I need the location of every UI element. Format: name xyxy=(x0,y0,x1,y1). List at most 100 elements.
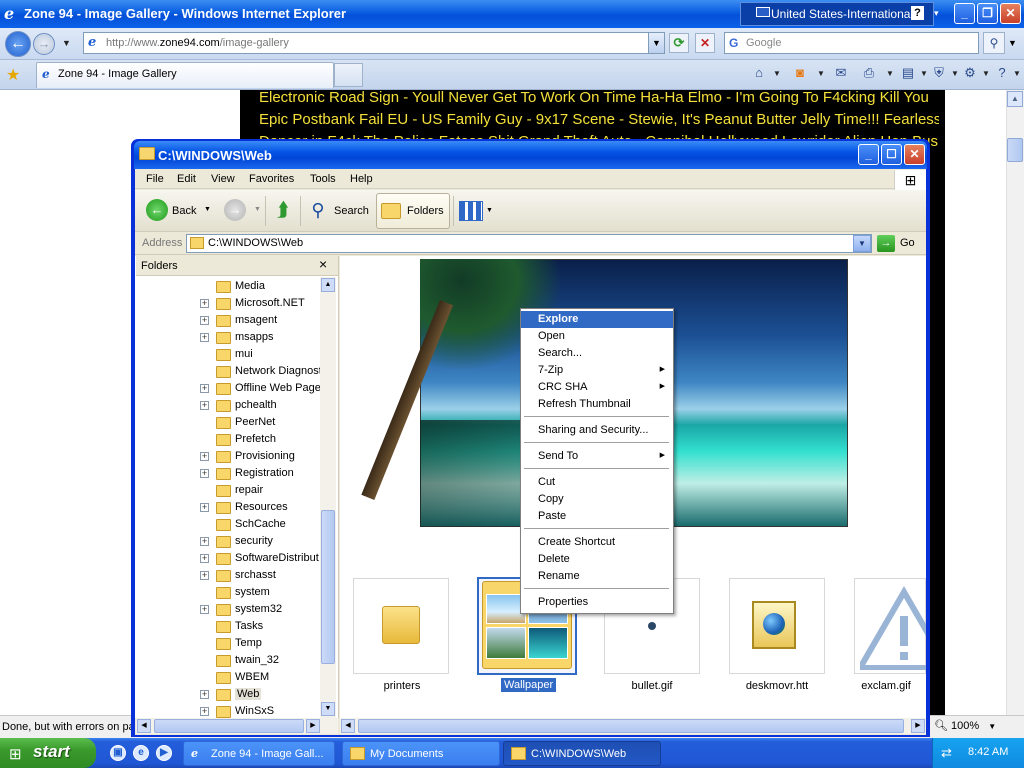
tree-item[interactable]: + Resources xyxy=(136,500,320,517)
search-options-dropdown[interactable]: ▼ xyxy=(1008,38,1017,48)
ctx-paste[interactable]: Paste xyxy=(521,508,673,525)
favorites-star-icon[interactable]: ★ xyxy=(6,65,20,85)
menu-view[interactable]: View xyxy=(211,173,235,185)
page-dropdown[interactable]: ▼ xyxy=(920,69,928,78)
views-icon[interactable] xyxy=(459,201,483,221)
tree-scroll-right-button[interactable]: ▶ xyxy=(306,719,320,733)
ctx-7zip[interactable]: 7-Zip ▶ xyxy=(521,362,673,379)
ctx-create-shortcut[interactable]: Create Shortcut xyxy=(521,534,673,551)
tools-dropdown[interactable]: ▼ xyxy=(982,69,990,78)
print-icon[interactable]: ⎙ xyxy=(860,64,878,82)
menu-edit[interactable]: Edit xyxy=(177,173,196,185)
ie-restore-button[interactable]: ❐ xyxy=(977,3,998,24)
help-question-icon[interactable]: ? xyxy=(993,64,1011,82)
expand-plus-icon[interactable]: + xyxy=(200,333,209,342)
tree-item[interactable]: SchCache xyxy=(136,517,320,534)
quicklaunch-media-icon[interactable]: ▶ xyxy=(156,745,172,761)
tree-item[interactable]: + system32 xyxy=(136,602,320,619)
ctx-explore[interactable]: Explore xyxy=(521,311,673,328)
back-arrow-icon[interactable]: ← xyxy=(146,199,168,221)
language-bar-restore-icon[interactable]: ▾ xyxy=(934,8,939,19)
ctx-rename[interactable]: Rename xyxy=(521,568,673,585)
ie-forward-button[interactable]: → xyxy=(33,33,55,55)
quicklaunch-show-desktop-icon[interactable]: ▣ xyxy=(110,745,126,761)
mail-icon[interactable]: ✉ xyxy=(832,64,850,82)
expand-plus-icon[interactable]: + xyxy=(200,299,209,308)
task-ie[interactable]: e Zone 94 - Image Gall... xyxy=(183,741,335,766)
safety-shield-icon[interactable]: ⛨ xyxy=(930,64,948,82)
clock[interactable]: 8:42 AM xyxy=(968,746,1008,758)
ie-back-button[interactable]: ← xyxy=(5,31,31,57)
tree-item[interactable]: + Web xyxy=(136,687,320,704)
tree-item[interactable]: Temp xyxy=(136,636,320,653)
expand-plus-icon[interactable]: + xyxy=(200,554,209,563)
home-icon[interactable]: ⌂ xyxy=(750,64,768,82)
content-scroll-right-button[interactable]: ▶ xyxy=(911,719,925,733)
tree-item[interactable]: PeerNet xyxy=(136,415,320,432)
tree-scroll-down-button[interactable]: ▼ xyxy=(321,702,335,716)
content-hscroll-thumb[interactable] xyxy=(358,719,904,733)
ie-address-text[interactable]: http://www.zone94.com/image-gallery xyxy=(106,37,289,49)
tree-item[interactable]: repair xyxy=(136,483,320,500)
explorer-minimize-button[interactable]: _ xyxy=(858,144,879,165)
quicklaunch-ie-icon[interactable]: e xyxy=(133,745,149,761)
tree-item[interactable]: + pchealth xyxy=(136,398,320,415)
ie-search-placeholder[interactable]: Google xyxy=(746,37,781,49)
explorer-close-button[interactable]: ✕ xyxy=(904,144,925,165)
file-label-wallpaper[interactable]: Wallpaper xyxy=(501,678,557,692)
page-ticker-line[interactable]: Epic Postbank Fail EU - US Family Guy - … xyxy=(259,111,939,133)
ctx-sharing-security[interactable]: Sharing and Security... xyxy=(521,422,673,439)
ctx-send-to[interactable]: Send To ▶ xyxy=(521,448,673,465)
feeds-dropdown[interactable]: ▼ xyxy=(817,69,825,78)
tree-item[interactable]: WBEM xyxy=(136,670,320,687)
ie-zoom-control[interactable]: 🔍︎ 100% ▼ xyxy=(934,719,1018,736)
expand-plus-icon[interactable]: + xyxy=(200,605,209,614)
tree-item[interactable]: Media xyxy=(136,279,320,296)
content-scroll-left-button[interactable]: ◀ xyxy=(341,719,355,733)
ie-vertical-scrollbar[interactable] xyxy=(1006,90,1024,715)
menu-tools[interactable]: Tools xyxy=(310,173,336,185)
ctx-crc-sha[interactable]: CRC SHA ▶ xyxy=(521,379,673,396)
help-dropdown[interactable]: ▼ xyxy=(1013,69,1021,78)
file-label-printers[interactable]: printers xyxy=(347,680,457,692)
ctx-properties[interactable]: Properties xyxy=(521,594,673,611)
tree-item[interactable]: Tasks xyxy=(136,619,320,636)
ie-minimize-button[interactable]: _ xyxy=(954,3,975,24)
tree-item[interactable]: twain_32 xyxy=(136,653,320,670)
expand-plus-icon[interactable]: + xyxy=(200,571,209,580)
task-my-documents[interactable]: My Documents xyxy=(342,741,500,766)
tools-gear-icon[interactable]: ⚙ xyxy=(961,64,979,82)
ctx-search[interactable]: Search... xyxy=(521,345,673,362)
up-folder-icon[interactable]: ⮭ xyxy=(272,199,294,221)
ie-scroll-thumb[interactable] xyxy=(1007,138,1023,162)
rss-feed-icon[interactable]: ◙ xyxy=(791,64,809,82)
expand-plus-icon[interactable]: + xyxy=(200,384,209,393)
tree-scroll-thumb[interactable] xyxy=(321,510,335,664)
explorer-address-value[interactable]: C:\WINDOWS\Web xyxy=(208,237,303,249)
safety-dropdown[interactable]: ▼ xyxy=(951,69,959,78)
address-dropdown-button[interactable]: ▼ xyxy=(853,235,871,252)
explorer-maximize-button[interactable]: ☐ xyxy=(881,144,902,165)
help-icon[interactable]: ? xyxy=(911,6,924,20)
tree-item[interactable]: Prefetch xyxy=(136,432,320,449)
tree-item[interactable]: + security xyxy=(136,534,320,551)
folders-close-icon[interactable]: × xyxy=(319,256,327,272)
tree-item[interactable]: + SoftwareDistribut xyxy=(136,551,320,568)
expand-plus-icon[interactable]: + xyxy=(200,401,209,410)
tree-scroll-up-button[interactable]: ▲ xyxy=(321,278,335,292)
menu-file[interactable]: File xyxy=(146,173,164,185)
forward-arrow-icon[interactable]: → xyxy=(224,199,246,221)
ie-scroll-up-button[interactable]: ▲ xyxy=(1007,91,1023,107)
expand-plus-icon[interactable]: + xyxy=(200,316,209,325)
file-label-deskmovr[interactable]: deskmovr.htt xyxy=(722,680,832,692)
ie-refresh-button[interactable]: ⟳ xyxy=(669,33,689,53)
go-arrow-icon[interactable]: → xyxy=(877,235,895,252)
ctx-open[interactable]: Open xyxy=(521,328,673,345)
expand-plus-icon[interactable]: + xyxy=(200,690,209,699)
tree-item[interactable]: + Offline Web Page xyxy=(136,381,321,398)
search-icon[interactable]: ⚲ xyxy=(307,199,329,221)
tree-item[interactable]: system xyxy=(136,585,320,602)
tree-item[interactable]: + msapps xyxy=(136,330,320,347)
ctx-cut[interactable]: Cut xyxy=(521,474,673,491)
go-button-label[interactable]: Go xyxy=(900,237,915,249)
